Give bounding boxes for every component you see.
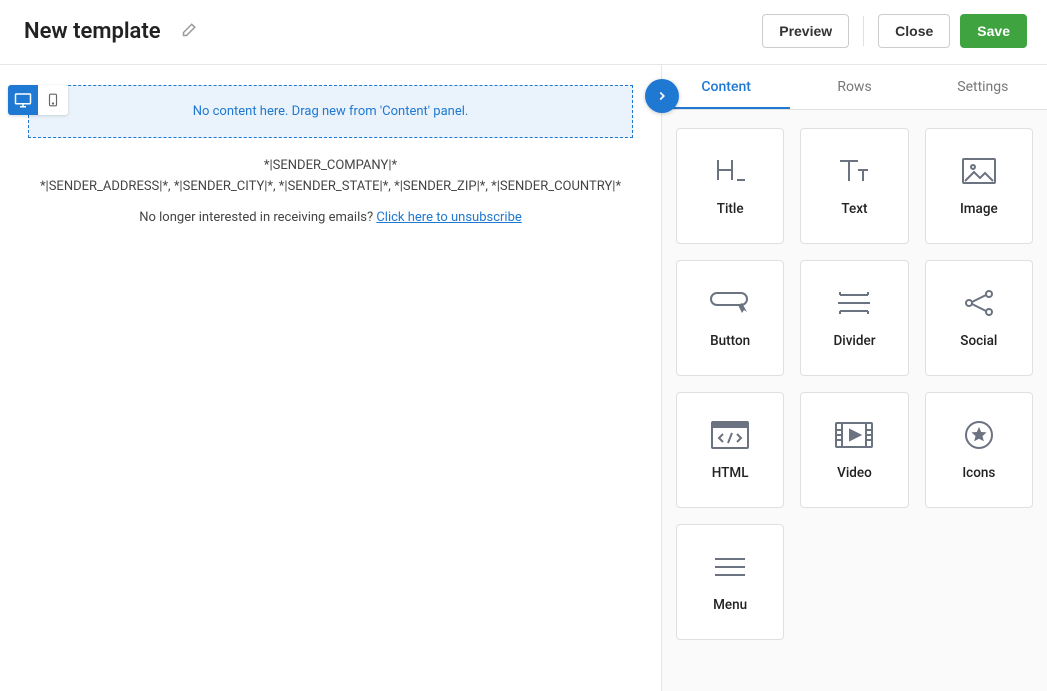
email-footer: *|SENDER_COMPANY|* *|SENDER_ADDRESS|*, *…: [14, 156, 647, 228]
image-icon: [956, 155, 1002, 187]
device-toggle: [8, 85, 68, 115]
unsub-prefix: No longer interested in receiving emails…: [139, 210, 376, 225]
dropzone[interactable]: No content here. Drag new from 'Content'…: [28, 85, 633, 138]
tile-label: Social: [960, 333, 997, 349]
tile-video[interactable]: Video: [800, 392, 908, 508]
unsubscribe-link[interactable]: Click here to unsubscribe: [376, 210, 521, 225]
social-icon: [956, 287, 1002, 319]
preview-button[interactable]: Preview: [762, 14, 849, 48]
divider-icon: [831, 287, 877, 319]
button-icon: [707, 287, 753, 319]
collapse-panel-button[interactable]: [645, 79, 679, 113]
header-actions: Preview Close Save: [762, 14, 1027, 48]
tile-label: Divider: [833, 333, 875, 349]
tile-label: Menu: [713, 597, 747, 613]
close-button[interactable]: Close: [878, 14, 950, 48]
tile-label: Video: [837, 465, 872, 481]
tile-label: Image: [960, 201, 998, 217]
tile-html[interactable]: HTML: [676, 392, 784, 508]
page-title: New template: [24, 19, 161, 44]
tile-label: HTML: [712, 465, 749, 481]
header-left: New template: [24, 19, 197, 44]
side-panel: Content Rows Settings Title Text: [661, 65, 1047, 691]
tile-text[interactable]: Text: [800, 128, 908, 244]
tile-menu[interactable]: Menu: [676, 524, 784, 640]
canvas-area: No content here. Drag new from 'Content'…: [0, 65, 661, 691]
separator: [863, 16, 864, 46]
tile-divider[interactable]: Divider: [800, 260, 908, 376]
title-icon: [707, 155, 753, 187]
footer-line-1: *|SENDER_COMPANY|*: [34, 156, 627, 177]
menu-icon: [707, 551, 753, 583]
unsubscribe-line: No longer interested in receiving emails…: [34, 208, 627, 229]
main-area: No content here. Drag new from 'Content'…: [0, 65, 1047, 691]
content-tiles: Title Text Image Button: [662, 110, 1047, 658]
tile-social[interactable]: Social: [925, 260, 1033, 376]
pencil-icon[interactable]: [179, 22, 197, 40]
tile-label: Title: [717, 201, 744, 217]
tile-label: Button: [710, 333, 750, 349]
video-icon: [831, 419, 877, 451]
tile-label: Text: [841, 201, 867, 217]
tile-image[interactable]: Image: [925, 128, 1033, 244]
tile-button[interactable]: Button: [676, 260, 784, 376]
footer-line-2: *|SENDER_ADDRESS|*, *|SENDER_CITY|*, *|S…: [34, 177, 627, 198]
panel-tabs: Content Rows Settings: [662, 65, 1047, 110]
tile-icons[interactable]: Icons: [925, 392, 1033, 508]
tab-settings[interactable]: Settings: [919, 65, 1047, 109]
dropzone-text: No content here. Drag new from 'Content'…: [193, 104, 469, 119]
save-button[interactable]: Save: [960, 14, 1027, 48]
desktop-view-button[interactable]: [8, 85, 38, 115]
tile-label: Icons: [962, 465, 995, 481]
html-icon: [707, 419, 753, 451]
mobile-view-button[interactable]: [38, 85, 68, 115]
tile-title[interactable]: Title: [676, 128, 784, 244]
tab-rows[interactable]: Rows: [790, 65, 918, 109]
icons-icon: [956, 419, 1002, 451]
text-icon: [831, 155, 877, 187]
header-bar: New template Preview Close Save: [0, 0, 1047, 65]
tab-content[interactable]: Content: [662, 65, 790, 109]
